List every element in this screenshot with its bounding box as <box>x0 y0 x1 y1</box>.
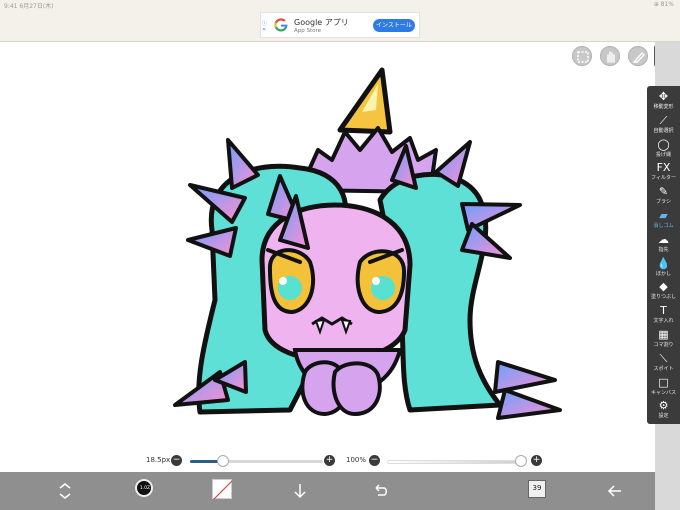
ad-subtitle: App Store <box>294 28 322 34</box>
brush-size-slider[interactable]: 18.5px − + <box>140 452 340 468</box>
layers-button[interactable]: 39 <box>528 480 546 498</box>
smudge-icon: ☁ <box>658 232 669 246</box>
move-transform-tool-label: 移動変形 <box>653 104 674 110</box>
settings-icon: ⚙ <box>658 399 669 413</box>
smudge-tool-label: 指先 <box>658 246 669 253</box>
arrow-down-button[interactable] <box>290 482 310 500</box>
auto-select-tool[interactable]: ⟋ 自動選択 <box>647 114 680 138</box>
drawing-canvas[interactable] <box>0 42 655 472</box>
ad-title: Google アプリ <box>294 18 349 27</box>
brush-preview-button[interactable]: 1.0Z <box>135 479 153 497</box>
ad-install-button[interactable]: インストール <box>373 19 415 32</box>
filter-tool[interactable]: FX フィルター <box>647 161 680 185</box>
ad-strip: ⓘ ✕ Google アプリ App Store インストール <box>0 10 680 42</box>
hand-button[interactable] <box>600 46 620 66</box>
eraser-icon: ▰ <box>659 209 668 222</box>
status-time: 9:41 6月27日(木) <box>4 3 54 10</box>
canvas-tool-label: キャンバス <box>650 389 676 396</box>
fill-icon: ◆ <box>659 280 668 294</box>
back-button[interactable] <box>605 482 625 500</box>
rotate-button[interactable] <box>55 482 75 500</box>
color-swatch-button[interactable] <box>212 479 233 500</box>
ad-choices-icon[interactable]: ⓘ ✕ <box>262 21 270 33</box>
text-tool-label: 文字入れ <box>653 318 674 325</box>
eraser-tool-label: 消しゴム <box>653 223 674 229</box>
opacity-handle[interactable] <box>515 455 527 467</box>
eraser-tool[interactable]: ▰ 消しゴム <box>647 209 680 233</box>
frame-divider-tool-label: コマ割り <box>653 342 674 348</box>
fill-tool[interactable]: ◆ 塗りつぶし <box>647 280 680 304</box>
pen-icon <box>632 51 645 63</box>
status-bar: 9:41 6月27日(木) ⊕ 81% <box>0 0 680 10</box>
filter-icon: FX <box>656 161 671 175</box>
brush-icon: ✎ <box>658 185 669 199</box>
blur-tool-label: ぼかし <box>655 270 671 277</box>
brush-size-handle[interactable] <box>217 455 230 467</box>
brush-size-label: 18.5px <box>146 456 171 464</box>
text-icon: T <box>660 304 667 318</box>
blur-icon: 💧 <box>656 256 671 270</box>
text-tool[interactable]: T 文字入れ <box>647 304 680 328</box>
brush-size-track[interactable] <box>190 460 323 463</box>
brush-tool[interactable]: ✎ ブラシ <box>647 185 680 209</box>
arrow-down-icon <box>294 484 306 499</box>
arrow-left-icon <box>607 485 621 497</box>
undo-button[interactable] <box>370 482 390 500</box>
filter-tool-label: フィルター <box>651 175 676 182</box>
opacity-fill <box>388 461 522 464</box>
tool-palette: ✥ 移動変形 ⟋ 自動選択 ◯ 投げ縄 FX フィルター ✎ ブラシ ▰ 消しゴム ☁ 指先 💧 ぼかし ◆ 塗り… <box>647 86 680 424</box>
undo-icon <box>375 484 387 496</box>
eyedropper-tool[interactable]: ⟍ スポイト <box>647 352 680 376</box>
selection-circle-icon <box>577 51 589 63</box>
selection-circle-button[interactable] <box>572 46 592 66</box>
brush-tool-label: ブラシ <box>656 199 671 206</box>
pen-button[interactable] <box>628 46 648 66</box>
opacity-label: 100% <box>346 456 367 464</box>
rotate-icon <box>59 483 71 499</box>
opacity-minus-button[interactable]: − <box>369 455 380 466</box>
eyedropper-icon: ⟍ <box>659 351 668 365</box>
frame-divider-icon: ▦ <box>658 328 669 341</box>
brush-badge: 1.0Z <box>139 486 151 491</box>
no-color-icon <box>213 480 233 500</box>
ad-banner[interactable]: ⓘ ✕ Google アプリ App Store インストール <box>260 12 420 38</box>
smudge-tool[interactable]: ☁ 指先 <box>647 233 680 257</box>
auto-select-icon: ⟋ <box>659 113 668 127</box>
lasso-tool-label: 投げ縄 <box>655 151 671 158</box>
fill-tool-label: 塗りつぶし <box>650 294 677 301</box>
lasso-tool[interactable]: ◯ 投げ縄 <box>647 138 680 162</box>
settings-tool[interactable]: ⚙ 設定 <box>647 399 680 423</box>
move-transform-icon: ✥ <box>658 90 669 103</box>
settings-tool-label: 設定 <box>658 413 669 420</box>
hand-icon <box>607 51 615 63</box>
opacity-plus-button[interactable]: + <box>531 455 542 466</box>
bottom-toolbar: 1.0Z 39 <box>0 472 655 510</box>
google-logo-icon <box>274 18 288 32</box>
monster-artwork <box>173 67 562 420</box>
layer-count: 39 <box>532 484 542 492</box>
eyedropper-tool-label: スポイト <box>653 365 674 372</box>
canvas-tool[interactable]: □ キャンバス <box>647 376 680 400</box>
opacity-track[interactable] <box>387 460 521 464</box>
blur-tool[interactable]: 💧 ぼかし <box>647 257 680 281</box>
lasso-icon: ◯ <box>657 137 670 151</box>
auto-select-tool-label: 自動選択 <box>653 127 674 134</box>
move-transform-tool[interactable]: ✥ 移動変形 <box>647 90 680 114</box>
frame-divider-tool[interactable]: ▦ コマ割り <box>647 328 680 352</box>
opacity-slider[interactable]: 100% − + <box>343 452 548 468</box>
brush-size-minus-button[interactable]: − <box>171 455 182 466</box>
brush-size-plus-button[interactable]: + <box>324 455 335 466</box>
status-battery: ⊕ 81% <box>653 1 674 8</box>
canvas-icon: □ <box>658 375 669 389</box>
